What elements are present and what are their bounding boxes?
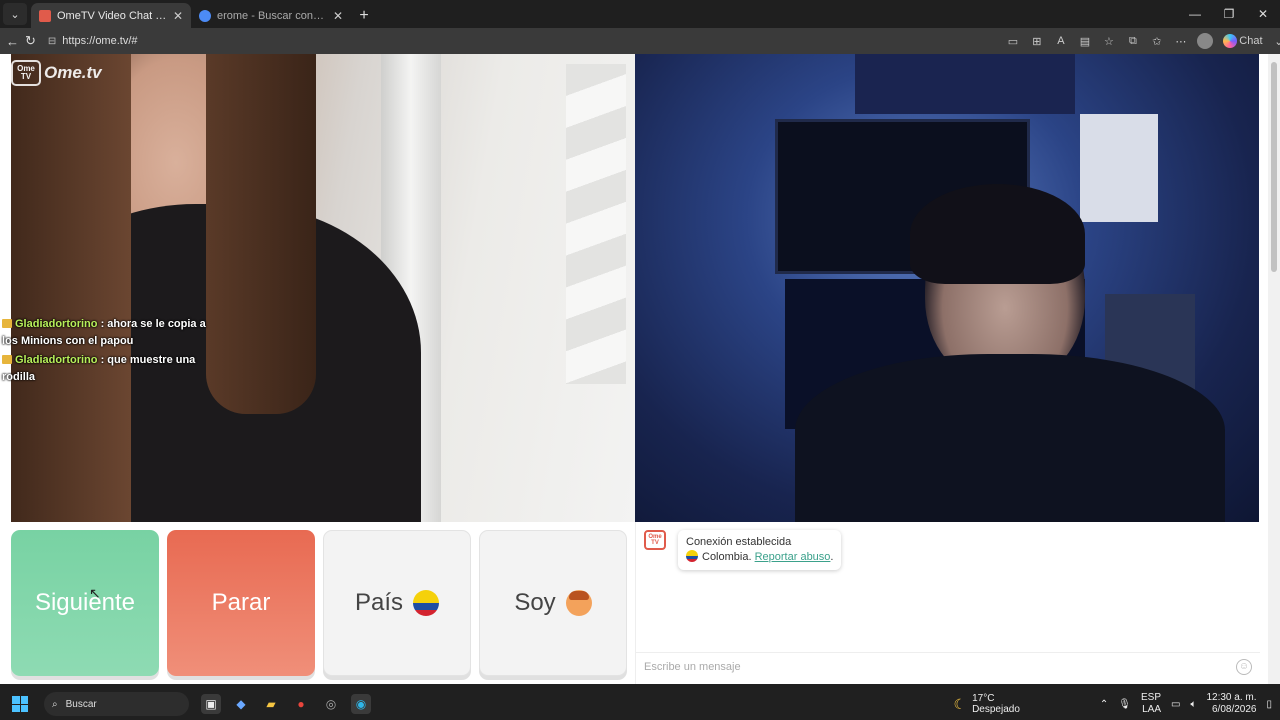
partner-country: Colombia.: [702, 551, 752, 563]
start-button[interactable]: [12, 696, 28, 712]
new-tab-button[interactable]: +: [351, 4, 377, 28]
ometv-system-icon: Ome TV: [644, 530, 666, 550]
close-tab-icon[interactable]: ✕: [333, 9, 343, 23]
app-icon[interactable]: ◆: [231, 694, 251, 714]
restore-icon[interactable]: ❐: [1212, 0, 1246, 28]
copilot-chat-button[interactable]: Chat: [1219, 31, 1265, 51]
text-chat-panel: Ome TV Conexión establecida Colombia. Rep…: [635, 522, 1260, 684]
app-available-icon[interactable]: ⊞: [1027, 31, 1047, 51]
search-icon: ⌕: [52, 698, 58, 710]
colombia-flag-icon: [413, 590, 440, 616]
chrome-icon[interactable]: ●: [291, 694, 311, 714]
taskbar-search[interactable]: ⌕ Buscar: [44, 692, 189, 716]
copilot-icon: [1222, 34, 1237, 48]
next-button[interactable]: Siguiente: [11, 530, 159, 676]
country-button-label: País: [354, 589, 404, 616]
scrollbar-thumb[interactable]: [1271, 62, 1277, 272]
connection-title: Conexión establecida: [686, 536, 792, 548]
message-input-placeholder: Escribe un mensaje: [644, 660, 741, 673]
file-explorer-icon[interactable]: ▰: [261, 694, 281, 714]
address-toolbar: ← ↻ ⊟ https://ome.tv/# ▭ ⊞ A ▤ ☆ ⧉ ✩ ⋯ C…: [0, 28, 1280, 54]
next-button-label: Siguiente: [34, 589, 136, 616]
tab-ometv[interactable]: OmeTV Video Chat — Omegl ✕: [31, 3, 191, 28]
tab-actions-menu-button[interactable]: ⌄: [3, 3, 27, 25]
date: 6/08/2026: [1211, 704, 1257, 715]
edge-icon[interactable]: ◉: [351, 694, 371, 714]
sidebar-toggle-icon[interactable]: ⌄: [1269, 31, 1280, 51]
tab-google-search[interactable]: erome - Buscar con Google ✕: [191, 3, 351, 28]
url-text: https://ome.tv/#: [62, 35, 138, 47]
language-indicator[interactable]: ESP LAA: [1141, 692, 1161, 716]
time: 12:30 a. m.: [1206, 692, 1257, 703]
taskbar-search-label: Buscar: [65, 698, 97, 710]
translate-icon[interactable]: A: [1051, 31, 1071, 51]
message-input[interactable]: Escribe un mensaje ☺: [636, 652, 1260, 680]
overlay-message: Gladiadortorino : ahora se le copia a lo…: [2, 316, 207, 350]
country-filter-button[interactable]: País: [323, 530, 471, 676]
emoji-icon[interactable]: ☺: [1236, 658, 1252, 675]
weather-temp: 17°C: [972, 693, 995, 704]
show-hidden-icons-icon[interactable]: ⌃: [1100, 699, 1108, 710]
chat-button-label: Chat: [1239, 35, 1263, 47]
favorite-star-icon[interactable]: ☆: [1099, 31, 1119, 51]
ometv-logo-text: Ome.tv: [44, 63, 102, 82]
own-webcam-video: [635, 54, 1259, 522]
stop-button-label: Parar: [211, 589, 271, 616]
language-code: ESP: [1140, 692, 1161, 703]
user-badge-icon: [2, 319, 12, 328]
tab-title: erome - Buscar con Google: [217, 9, 327, 22]
close-tab-icon[interactable]: ✕: [173, 9, 183, 23]
profile-avatar[interactable]: [1195, 31, 1215, 51]
ometv-favicon-icon: [39, 9, 51, 22]
reload-icon[interactable]: ↻: [25, 30, 36, 52]
video-overlay-chat: Gladiadortorino : ahora se le copia a lo…: [2, 316, 207, 386]
weather-desc: Despejado: [972, 704, 1020, 715]
overlay-username: Gladiadortorino: [15, 354, 98, 366]
user-badge-icon: [2, 355, 12, 364]
gender-button[interactable]: Soy: [479, 530, 627, 676]
overlay-username: Gladiadortorino: [15, 318, 98, 330]
task-view-icon[interactable]: ▣: [201, 694, 221, 714]
ometv-logo-icon: Ome TV: [11, 60, 41, 86]
volume-icon[interactable]: 🔈︎: [1190, 699, 1196, 710]
network-icon[interactable]: ▭: [1171, 699, 1180, 710]
favorites-icon[interactable]: ✩: [1147, 31, 1167, 51]
back-icon[interactable]: ←: [6, 30, 19, 52]
report-abuse-link[interactable]: Reportar abuso: [755, 551, 831, 563]
site-info-icon[interactable]: ⊟: [48, 36, 56, 47]
browser-tab-bar: ⌄ OmeTV Video Chat — Omegl ✕ erome - Bus…: [0, 0, 1280, 28]
ometv-logo: Ome TV Ome.tv: [11, 60, 102, 86]
stop-button[interactable]: Parar: [167, 530, 315, 676]
more-menu-icon[interactable]: ⋯: [1171, 31, 1191, 51]
page-scrollbar[interactable]: [1268, 54, 1280, 684]
reader-mode-icon[interactable]: ▤: [1075, 31, 1095, 51]
colombia-flag-icon: [686, 550, 698, 562]
extensions-icon[interactable]: ⧉: [1123, 31, 1143, 51]
camera-permission-icon[interactable]: ▭: [1003, 31, 1023, 51]
tab-title: OmeTV Video Chat — Omegl: [57, 9, 167, 22]
weather-widget[interactable]: ☾ 17°C Despejado: [954, 693, 1020, 715]
clock[interactable]: 12:30 a. m. 6/08/2026: [1206, 692, 1256, 716]
stranger-video: [11, 54, 635, 522]
moon-icon: ☾: [953, 695, 967, 712]
keyboard-layout: LAA: [1142, 704, 1161, 715]
ometv-page: Ome TV Ome.tv Gladiadortorino : ahora se…: [0, 54, 1268, 684]
microphone-icon[interactable]: 🎙︎: [1118, 699, 1131, 710]
address-field[interactable]: ⊟ https://ome.tv/#: [42, 31, 997, 51]
minimize-icon[interactable]: —: [1178, 0, 1212, 28]
overlay-message: Gladiadortorino : que muestre una rodill…: [2, 352, 207, 386]
gender-button-label: Soy: [514, 589, 556, 616]
windows-taskbar: ⌕ Buscar ▣ ◆ ▰ ● ◎ ◉ ☾ 17°C Despejado ⌃ …: [0, 688, 1280, 720]
notifications-icon[interactable]: ▯: [1266, 699, 1272, 710]
mouse-cursor-icon: ↖: [89, 585, 101, 601]
connection-status-message: Conexión establecida Colombia. Reportar …: [678, 530, 842, 570]
boy-emoji-icon: [565, 590, 592, 616]
google-favicon-icon: [199, 9, 211, 22]
close-window-icon[interactable]: ✕: [1246, 0, 1280, 28]
app-icon[interactable]: ◎: [321, 694, 341, 714]
